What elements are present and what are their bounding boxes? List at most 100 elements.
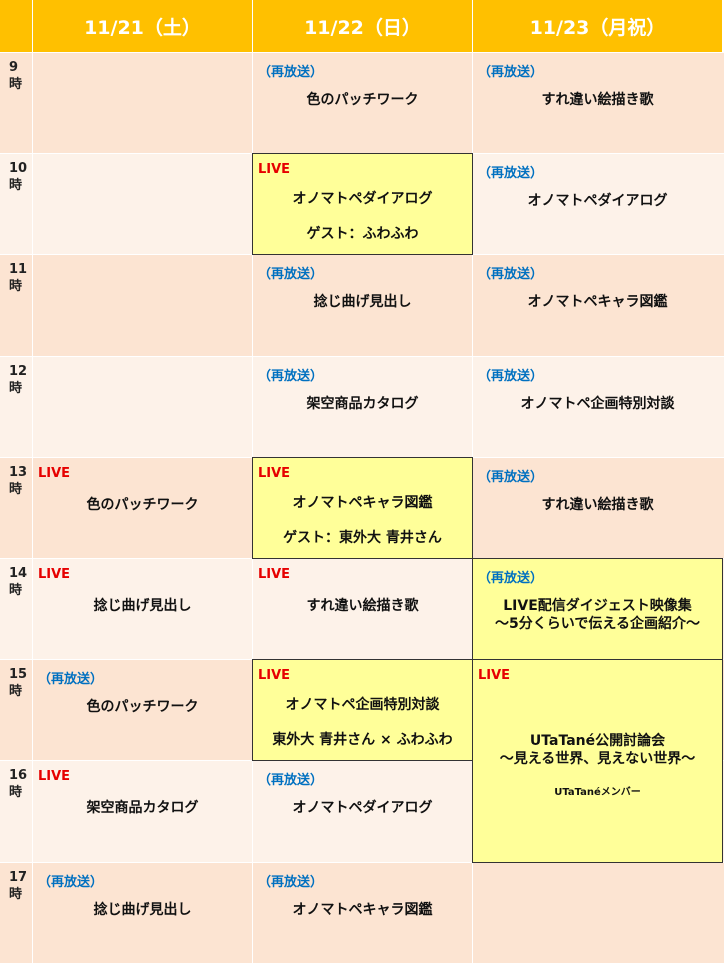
rerun-tag: （再放送） (478, 267, 544, 283)
program-slot[interactable]: LIVE オノマトペ企画特別対談 東外大 青井さん × ふわふわ (252, 659, 473, 762)
program-title: 捻じ曲げ見出し (93, 901, 192, 918)
program-title: オノマトペ企画特別対談 (520, 395, 675, 412)
program-title: オノマトペキャラ図鑑 (292, 494, 433, 511)
program-title: 捻じ曲げ見出し (93, 598, 192, 614)
live-tag: LIVE (38, 465, 71, 481)
hour-suffix: 時 (9, 684, 23, 700)
program-slot[interactable]: （再放送） 捻じ曲げ見出し (33, 863, 252, 964)
hour-suffix: 時 (9, 583, 23, 598)
live-tag: LIVE (258, 668, 291, 684)
program-title: オノマトペダイアログ (292, 800, 433, 817)
program-title: 色のパッチワーク (86, 496, 199, 513)
program-title: すれ違い絵描き歌 (541, 496, 654, 513)
program-slot[interactable]: （再放送） オノマトペダイアログ (473, 154, 722, 255)
day-header-1: 11/21（土） (33, 0, 253, 52)
hour-label: 13 時 (0, 458, 33, 559)
program-slot[interactable]: LIVE オノマトペダイアログ ゲスト：ふわふわ (252, 153, 473, 256)
live-tag: LIVE (258, 465, 291, 481)
program-title: すれ違い絵描き歌 (306, 598, 419, 614)
hour-suffix: 時 (9, 785, 23, 801)
program-slot[interactable]: LIVE 捻じ曲げ見出し (33, 559, 252, 660)
live-tag: LIVE (258, 162, 291, 178)
program-title: オノマトペ企画特別対談 (285, 697, 440, 714)
program-slot[interactable]: LIVE UTaTané公開討論会 ～見える世界、見えない世界～ UTaTanéメンバ… (472, 659, 723, 863)
program-title: オノマトペダイアログ (292, 191, 433, 208)
program-subtitle: ゲスト：東外大 青井さん (283, 529, 442, 546)
program-title: 捻じ曲げ見出し (313, 294, 412, 311)
rerun-tag: （再放送） (38, 874, 104, 890)
rerun-tag: （再放送） (38, 672, 104, 688)
hour-label: 14 時 (0, 559, 33, 660)
program-subtitle: ゲスト：ふわふわ (306, 226, 419, 243)
hour-number: 13 (9, 464, 28, 480)
program-subtitle: ～見える世界、見えない世界～ (499, 751, 696, 768)
program-subtitle: ～5分くらいで伝える企画紹介～ (495, 616, 700, 632)
program-slot[interactable]: LIVE 色のパッチワーク (33, 458, 252, 559)
program-title: 色のパッチワーク (86, 699, 199, 716)
hour-number: 15 (9, 667, 28, 683)
hour-label: 15 時 (0, 660, 33, 761)
hour-label: 10 時 (0, 154, 33, 255)
program-slot[interactable]: LIVE すれ違い絵描き歌 (253, 559, 472, 660)
live-tag: LIVE (38, 769, 71, 785)
program-slot[interactable]: （再放送） 色のパッチワーク (33, 660, 252, 761)
rerun-tag: （再放送） (258, 368, 324, 384)
hour-number: 12 (9, 363, 28, 379)
program-slot[interactable]: LIVE オノマトペキャラ図鑑 ゲスト：東外大 青井さん (252, 456, 473, 559)
program-title: すれ違い絵描き歌 (541, 92, 654, 108)
program-slot[interactable]: （再放送） オノマトペ企画特別対談 (473, 357, 722, 458)
rerun-tag: （再放送） (258, 267, 324, 283)
program-slot[interactable]: LIVE 架空商品カタログ (33, 761, 252, 862)
program-slot[interactable]: （再放送） LIVE配信ダイジェスト映像集 ～5分くらいで伝える企画紹介～ (472, 558, 723, 661)
rerun-tag: （再放送） (478, 469, 544, 485)
hour-suffix: 時 (9, 886, 23, 902)
live-tag: LIVE (478, 668, 511, 684)
program-title: LIVE配信ダイジェスト映像集 (503, 598, 692, 614)
hour-number: 9 (9, 60, 19, 75)
program-subtitle: 東外大 青井さん × ふわふわ (272, 732, 453, 749)
program-title: オノマトペキャラ図鑑 (292, 901, 433, 918)
program-title: 架空商品カタログ (86, 800, 199, 817)
hour-label: 16 時 (0, 761, 33, 862)
day-header-3: 11/23（月祝） (473, 0, 723, 52)
hour-suffix: 時 (9, 279, 23, 295)
program-title: オノマトペキャラ図鑑 (527, 294, 668, 311)
hour-label: 12 時 (0, 357, 33, 458)
program-title: オノマトペダイアログ (527, 193, 668, 210)
hour-label: 17 時 (0, 863, 33, 964)
program-slot[interactable]: （再放送） オノマトペダイアログ (253, 761, 472, 862)
program-title: 色のパッチワーク (306, 92, 419, 108)
hour-number: 14 (9, 566, 28, 581)
rerun-tag: （再放送） (478, 571, 544, 586)
hour-label: 9時 (0, 53, 33, 154)
hour-suffix: 時 (9, 178, 23, 194)
program-title: UTaTané公開討論会 (529, 733, 666, 750)
program-slot[interactable]: （再放送） オノマトペキャラ図鑑 (253, 863, 472, 964)
program-slot[interactable]: （再放送） オノマトペキャラ図鑑 (473, 255, 722, 356)
live-tag: LIVE (258, 567, 291, 582)
program-slot[interactable]: （再放送） 色のパッチワーク (253, 53, 472, 154)
hour-number: 10 (9, 161, 28, 177)
hour-number: 11 (9, 262, 28, 278)
schedule-grid: 11/21（土） 11/22（日） 11/23（月祝） 9 時 10 時 11 時 12 時 13 時 1… (0, 0, 724, 963)
program-slot[interactable]: （再放送） 捻じ曲げ見出し (253, 255, 472, 356)
program-slot[interactable]: （再放送） すれ違い絵描き歌 (473, 53, 722, 154)
rerun-tag: （再放送） (478, 166, 544, 182)
rerun-tag: （再放送） (258, 874, 324, 890)
header-corner (0, 0, 33, 52)
hour-number: 17 (9, 869, 28, 885)
hour-label: 11 時 (0, 255, 33, 356)
hour-number: 16 (9, 768, 28, 784)
rerun-tag: （再放送） (258, 773, 324, 789)
program-slot[interactable]: （再放送） 架空商品カタログ (253, 357, 472, 458)
hour-suffix: 時 (9, 380, 23, 396)
program-slot[interactable]: （再放送） すれ違い絵描き歌 (473, 458, 722, 559)
live-tag: LIVE (38, 567, 71, 582)
day-header-2: 11/22（日） (253, 0, 473, 52)
program-title: 架空商品カタログ (306, 395, 419, 412)
rerun-tag: （再放送） (478, 65, 544, 80)
hour-suffix: 時 (9, 77, 23, 92)
hour-suffix: 時 (9, 481, 23, 497)
rerun-tag: （再放送） (258, 65, 324, 80)
program-cast: UTaTanéメンバー (554, 787, 641, 799)
